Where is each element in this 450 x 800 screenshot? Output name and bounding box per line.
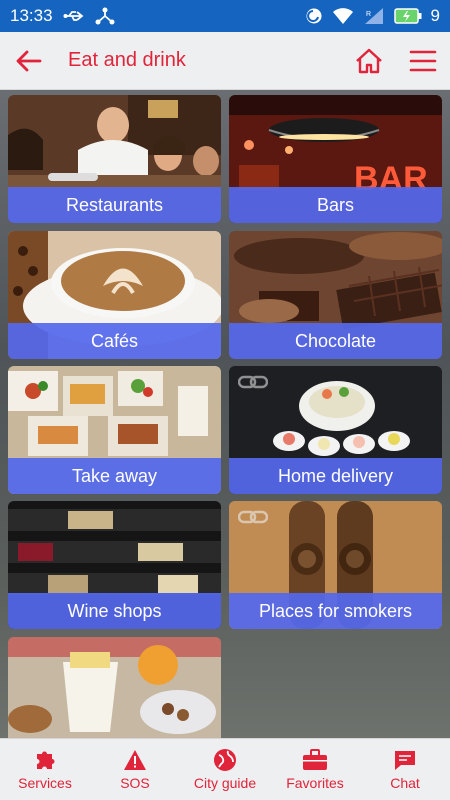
- status-bar: 13:33 R 9: [0, 0, 450, 32]
- nav-label: Favorites: [286, 775, 344, 791]
- nav-chat[interactable]: Chat: [360, 739, 450, 800]
- arrow-left-icon: [16, 50, 42, 71]
- hamburger-menu-icon: [409, 50, 437, 71]
- battery-level: 9: [430, 6, 440, 25]
- tile-label: Restaurants: [8, 187, 221, 223]
- tile-restaurants[interactable]: Restaurants: [8, 95, 221, 223]
- nav-label: Services: [18, 775, 72, 791]
- briefcase-icon: [302, 748, 328, 772]
- do-not-disturb-icon: [305, 7, 323, 25]
- tile-label: Take away: [8, 458, 221, 494]
- globe-icon: [213, 748, 237, 772]
- nav-label: Chat: [390, 775, 420, 791]
- page-title: Eat and drink: [68, 49, 186, 71]
- link-icon: [237, 374, 269, 395]
- home-icon: [356, 48, 382, 73]
- nav-label: City guide: [193, 775, 257, 791]
- warning-icon: [123, 748, 147, 772]
- link-icon: [237, 509, 269, 530]
- tile-label: Places for smokers: [229, 593, 442, 629]
- nav-favorites[interactable]: Favorites: [270, 739, 360, 800]
- usb-icon: [63, 9, 85, 23]
- svg-text:R: R: [366, 11, 371, 18]
- dessert-image: [8, 637, 221, 738]
- bottom-navigation: Services SOS City guide Favorites Chat: [0, 738, 450, 800]
- category-grid: Restaurants BAR Bars Cafés Chocolate Tak…: [0, 90, 450, 738]
- nav-label: SOS: [120, 775, 150, 791]
- chat-icon: [393, 748, 417, 772]
- nav-services[interactable]: Services: [0, 739, 90, 800]
- tile-label: Chocolate: [229, 323, 442, 359]
- tile-take-away[interactable]: Take away: [8, 366, 221, 494]
- tile-wine-shops[interactable]: Wine shops: [8, 501, 221, 629]
- tile-desserts[interactable]: [8, 637, 221, 738]
- battery-icon: [393, 8, 422, 24]
- signal-icon: R: [363, 7, 385, 25]
- wifi-icon: [332, 7, 354, 25]
- tile-label: Cafés: [8, 323, 221, 359]
- tile-home-delivery[interactable]: Home delivery: [229, 366, 442, 494]
- nav-city-guide[interactable]: City guide: [180, 739, 270, 800]
- tile-chocolate[interactable]: Chocolate: [229, 231, 442, 359]
- tile-label: Home delivery: [229, 458, 442, 494]
- tile-label: Bars: [229, 187, 442, 223]
- app-bar: Eat and drink: [0, 32, 450, 90]
- menu-button[interactable]: [396, 32, 450, 90]
- status-time: 13:33: [10, 6, 53, 25]
- tile-bars[interactable]: BAR Bars: [229, 95, 442, 223]
- tile-label: Wine shops: [8, 593, 221, 629]
- tile-places-for-smokers[interactable]: Places for smokers: [229, 501, 442, 629]
- back-button[interactable]: [0, 32, 56, 90]
- puzzle-icon: [33, 748, 57, 772]
- share-icon: [95, 7, 115, 25]
- tile-cafes[interactable]: Cafés: [8, 231, 221, 359]
- nav-sos[interactable]: SOS: [90, 739, 180, 800]
- home-button[interactable]: [342, 32, 396, 90]
